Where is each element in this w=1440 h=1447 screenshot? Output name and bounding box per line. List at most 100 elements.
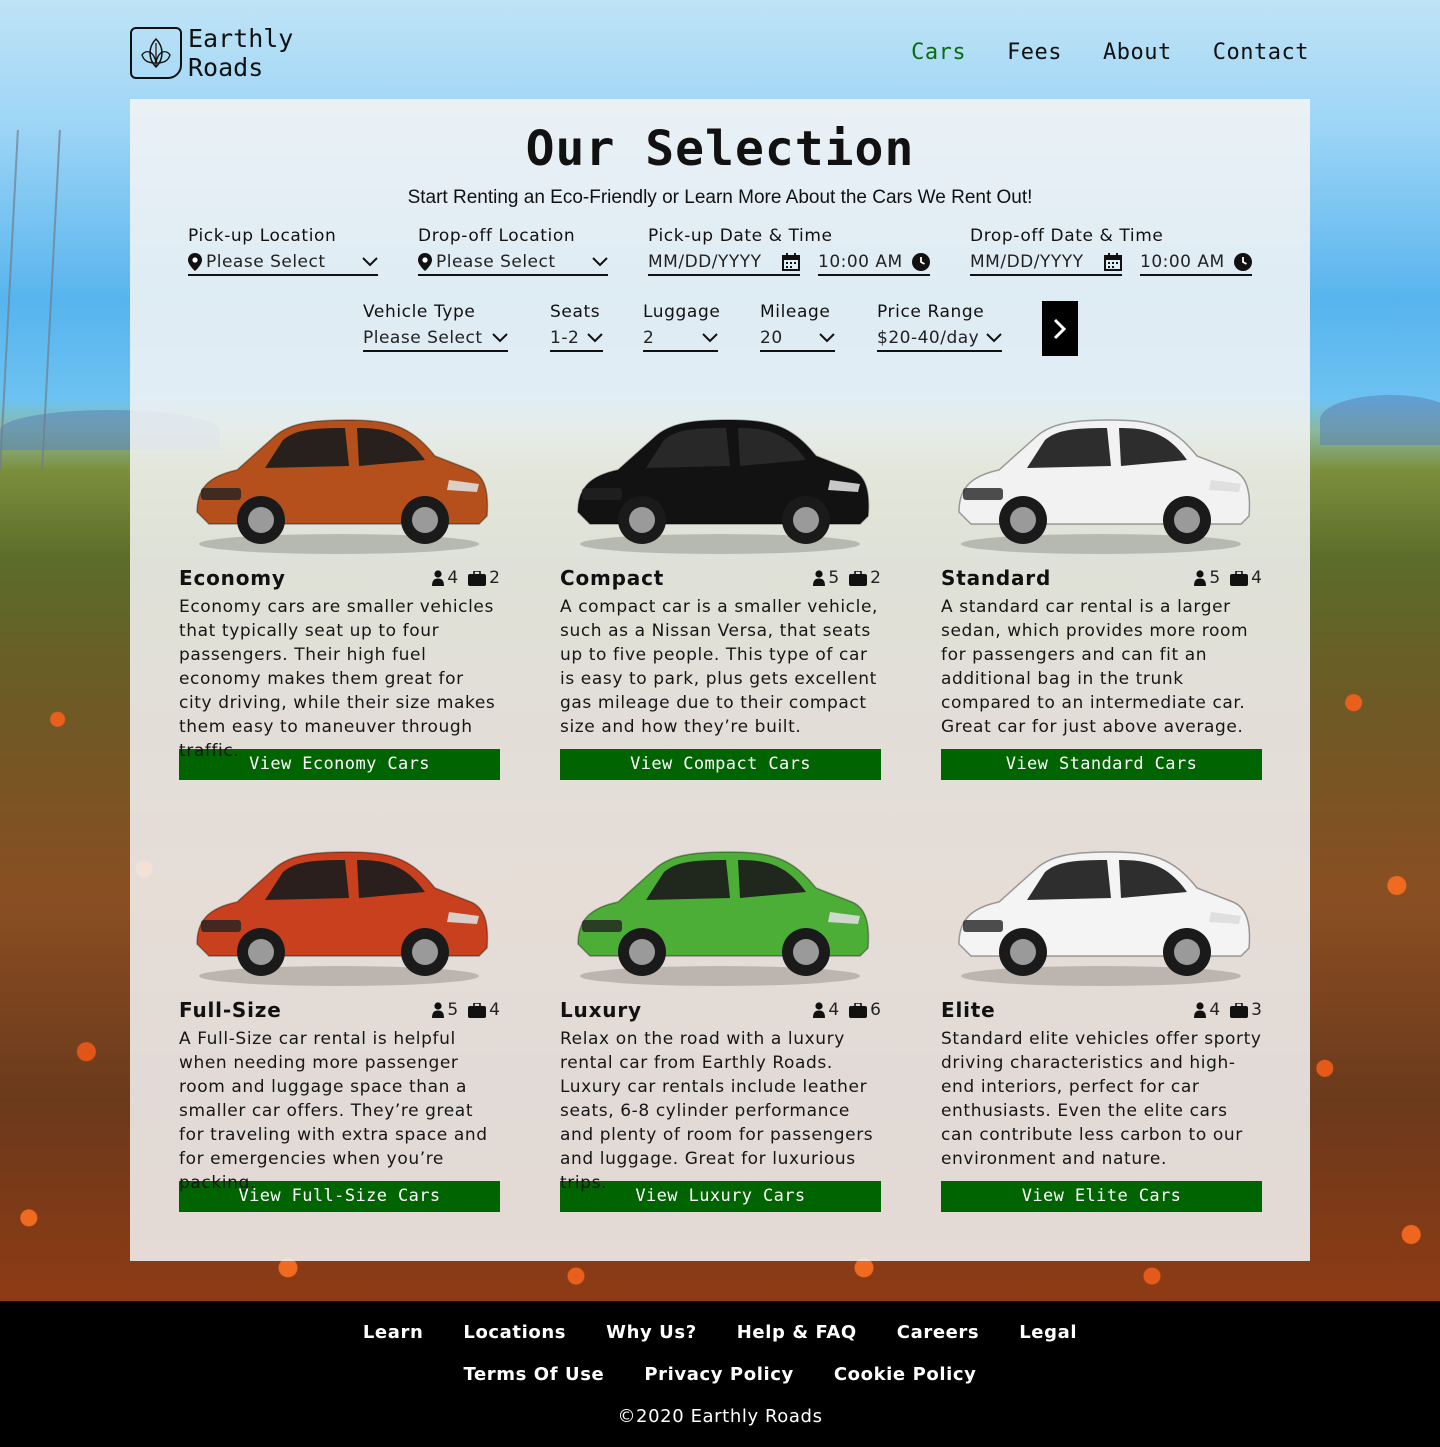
footer-link-careers[interactable]: Careers: [897, 1322, 979, 1343]
bag-count: 4: [1230, 568, 1262, 588]
card-title: Luxury: [560, 998, 642, 1022]
person-icon: [432, 1002, 445, 1018]
footer-link-locations[interactable]: Locations: [463, 1322, 566, 1343]
card-header: Luxury 4 6: [560, 997, 881, 1023]
vehicle-type-field: Vehicle Type Please Select: [363, 302, 508, 352]
car-image: [179, 384, 500, 559]
person-icon: [1194, 570, 1207, 586]
car-image: [560, 384, 881, 559]
dropoff-date-input[interactable]: MM/DD/YYYY: [970, 250, 1122, 276]
vehicle-card: Full-Size 5 4 A Full-Size car rental is …: [179, 816, 500, 1212]
seat-count-value: 5: [1209, 568, 1221, 588]
vehicle-type-value: Please Select: [363, 328, 483, 348]
footer-link-cookie-policy[interactable]: Cookie Policy: [834, 1364, 977, 1385]
bag-count: 2: [849, 568, 881, 588]
bag-count: 6: [849, 1000, 881, 1020]
view-cars-button[interactable]: View Elite Cars: [941, 1181, 1262, 1212]
card-header: Standard 5 4: [941, 565, 1262, 591]
bag-count-value: 2: [489, 568, 500, 588]
pickup-location-field: Pick-up Location Please Select: [188, 226, 378, 276]
nav-contact[interactable]: Contact: [1213, 40, 1309, 65]
mileage-select[interactable]: 20: [760, 326, 835, 352]
card-description: Relax on the road with a luxury rental c…: [560, 1029, 874, 1193]
main-nav: Cars Fees About Contact: [911, 40, 1309, 65]
footer-link-why-us[interactable]: Why Us?: [606, 1322, 697, 1343]
luggage-select[interactable]: 2: [643, 326, 718, 352]
vehicle-card: Standard 5 4 A standard car rental is a …: [941, 384, 1262, 780]
luggage-field: Luggage 2: [643, 302, 720, 352]
person-icon: [813, 1002, 826, 1018]
view-cars-button[interactable]: View Luxury Cars: [560, 1181, 881, 1212]
map-pin-icon: [418, 253, 432, 271]
card-header: Economy 4 2: [179, 565, 500, 591]
vehicle-type-label: Vehicle Type: [363, 302, 476, 322]
bag-count-value: 2: [870, 568, 881, 588]
map-pin-icon: [188, 253, 202, 271]
view-cars-button[interactable]: View Compact Cars: [560, 749, 881, 780]
person-icon: [432, 570, 445, 586]
bag-count-value: 4: [489, 1000, 500, 1020]
chevron-down-icon: [492, 333, 508, 343]
nav-cars[interactable]: Cars: [911, 40, 966, 65]
price-range-select[interactable]: $20-40/day: [877, 326, 1002, 352]
nav-fees[interactable]: Fees: [1007, 40, 1062, 65]
calendar-icon: [782, 253, 800, 271]
mileage-value: 20: [760, 328, 783, 348]
bag-count-value: 6: [870, 1000, 881, 1020]
car-image: [941, 816, 1262, 991]
card-capacity: 5 2: [813, 568, 881, 588]
mileage-field: Mileage 20: [760, 302, 835, 352]
card-header: Elite 4 3: [941, 997, 1262, 1023]
dropoff-datetime-label: Drop-off Date & Time: [970, 226, 1164, 246]
dropoff-location-value: Please Select: [436, 252, 556, 272]
search-submit-button[interactable]: [1042, 301, 1078, 356]
seat-count-value: 4: [1209, 1000, 1221, 1020]
card-header: Full-Size 5 4: [179, 997, 500, 1023]
card-description: A Full-Size car rental is helpful when n…: [179, 1029, 488, 1193]
pickup-time-input[interactable]: 10:00 AM: [818, 250, 930, 276]
seat-count-value: 5: [447, 1000, 459, 1020]
footer-link-privacy-policy[interactable]: Privacy Policy: [644, 1364, 794, 1385]
footer-link-terms-of-use[interactable]: Terms Of Use: [463, 1364, 604, 1385]
footer-link-legal[interactable]: Legal: [1019, 1322, 1077, 1343]
chevron-right-icon: [1053, 318, 1067, 339]
selection-panel: Our Selection Start Renting an Eco-Frien…: [130, 99, 1310, 1261]
vehicle-type-select[interactable]: Please Select: [363, 326, 508, 352]
pickup-date-input[interactable]: MM/DD/YYYY: [648, 250, 800, 276]
brand-name: Earthly Roads: [188, 24, 293, 82]
seats-label: Seats: [550, 302, 601, 322]
pickup-time-value: 10:00 AM: [818, 252, 903, 272]
card-description: Economy cars are smaller vehicles that t…: [179, 597, 496, 761]
view-cars-button[interactable]: View Standard Cars: [941, 749, 1262, 780]
calendar-icon: [1104, 253, 1122, 271]
vehicle-card: Compact 5 2 A compact car is a smaller v…: [560, 384, 881, 780]
seat-count-value: 4: [447, 568, 459, 588]
page-subtitle: Start Renting an Eco-Friendly or Learn M…: [407, 187, 1033, 208]
dropoff-time-value: 10:00 AM: [1140, 252, 1225, 272]
luggage-value: 2: [643, 328, 655, 348]
dropoff-location-field: Drop-off Location Please Select: [418, 226, 608, 276]
suitcase-icon: [849, 1002, 868, 1018]
leaf-logo-icon: [130, 27, 182, 79]
seat-count: 5: [813, 568, 839, 588]
bag-count: 2: [468, 568, 500, 588]
pickup-location-select[interactable]: Please Select: [188, 250, 378, 276]
dropoff-time-input[interactable]: 10:00 AM: [1140, 250, 1252, 276]
suitcase-icon: [849, 570, 868, 586]
footer-link-learn[interactable]: Learn: [363, 1322, 424, 1343]
dropoff-location-label: Drop-off Location: [418, 226, 576, 246]
seat-count-value: 4: [828, 1000, 840, 1020]
seats-select[interactable]: 1-2: [550, 326, 603, 352]
seats-value: 1-2: [550, 328, 580, 348]
brand-logo[interactable]: Earthly Roads: [130, 24, 293, 82]
card-capacity: 4 3: [1194, 1000, 1262, 1020]
mileage-label: Mileage: [760, 302, 831, 322]
footer-link-help-faq[interactable]: Help & FAQ: [737, 1322, 857, 1343]
nav-about[interactable]: About: [1103, 40, 1172, 65]
suitcase-icon: [1230, 570, 1249, 586]
chevron-down-icon: [986, 333, 1002, 343]
vehicle-card: Luxury 4 6 Relax on the road with a luxu…: [560, 816, 881, 1212]
bag-count-value: 3: [1251, 1000, 1262, 1020]
price-range-label: Price Range: [877, 302, 985, 322]
dropoff-location-select[interactable]: Please Select: [418, 250, 608, 276]
